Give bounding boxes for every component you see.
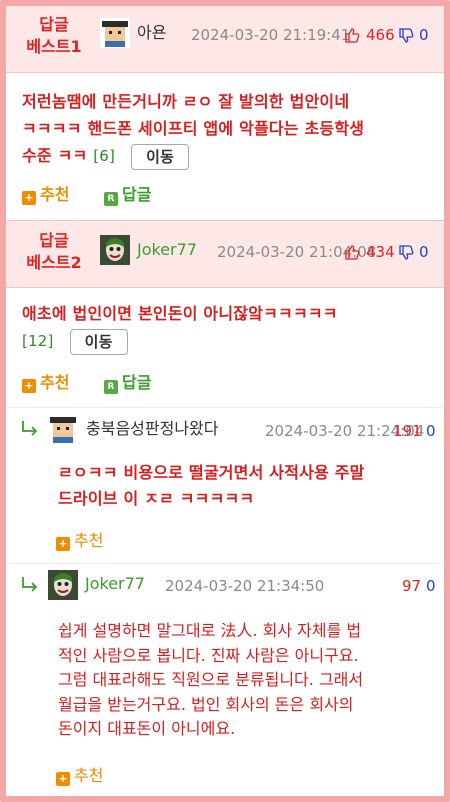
avatar-pixel-icon[interactable] [100,18,130,48]
reply-label: 답글 [122,373,152,392]
comment-text-line: ㅋㅋㅋㅋ 핸드폰 세이프티 앱에 악플다는 초등학생 [22,119,365,138]
recommend-button[interactable]: + 추천 [56,765,103,787]
move-button[interactable]: 이동 [131,143,190,170]
dislike-count: 0 [426,577,436,595]
like-count: 191 [393,422,422,440]
best-badge-2-line1: 답글 [39,231,69,250]
author-name[interactable]: 충북음성판정나왔다 [86,419,218,439]
like-count: 434 [366,243,395,261]
comment-text-line: 애초에 법인이면 본인돈이 아니잖앜ㅋㅋㅋㅋㅋ [22,304,338,323]
reply-label: 답글 [122,185,152,204]
recommend-button[interactable]: + 추천 [22,184,69,206]
recommend-label: 추천 [74,766,104,785]
thumbs-down-icon[interactable] [398,28,414,44]
plus-icon: + [56,537,70,551]
reply-count: [6] [93,147,116,165]
reply-text-line: 적인 사람으로 봅니다. 진짜 사람은 아니구요. [58,645,359,665]
best-badge-2: 답글 베스트2 [22,230,86,274]
reply-text: ㄹㅇㅋㅋ 비용으로 떨굴거면서 사적사용 주말 드라이브 이 ㅈㄹ ㅋㅋㅋㅋㅋ [58,460,438,512]
comment-text-line: 저런놈땜에 만든거니까 ㄹㅇ 잘 발의한 법안이네 [22,92,350,111]
comment-date: 2024-03-20 21:34:50 [165,577,325,595]
reply-arrow-icon [22,577,38,592]
comment-text-line-end: 수준 ㅋㅋ [22,146,88,165]
best-badge-2-line2: 베스트2 [26,253,82,272]
plus-icon: + [56,772,70,786]
recommend-button[interactable]: + 추천 [22,372,69,394]
comment-text: 애초에 법인이면 본인돈이 아니잖앜ㅋㅋㅋㅋㅋ [12] 이동 [22,300,442,355]
avatar-joker-icon[interactable] [100,235,130,265]
like-count: 466 [366,26,395,44]
reply-text-line: 돈이지 대표돈이 아니에요. [58,719,236,738]
reply-arrow-icon [22,421,38,436]
divider [6,563,444,564]
comment-text-line: 수준 ㅋㅋ [6] 이동 [22,142,442,170]
reply-text: 쉽게 설명하면 말그대로 法人. 회사 자체를 법 적인 사람으로 봅니다. 진… [58,619,444,742]
recommend-button[interactable]: + 추천 [56,530,103,552]
avatar-pixel-icon[interactable] [48,414,78,444]
thumbs-down-icon[interactable] [398,245,414,261]
reply-text-line: 월급을 받는거구요. 법인 회사의 돈은 회사의 [58,694,354,714]
reply-text-line: 쉽게 설명하면 말그대로 法人. 회사 자체를 법 [58,621,362,640]
reply-button[interactable]: R 답글 [104,372,151,394]
dislike-count: 0 [419,26,429,44]
author-name[interactable]: Joker77 [85,574,145,594]
divider [6,407,444,408]
author-name[interactable]: Joker77 [137,240,197,260]
reply-button[interactable]: R 답글 [104,184,151,206]
recommend-label: 추천 [40,185,70,204]
reply-text-line: 드라이브 이 ㅈㄹ ㅋㅋㅋㅋㅋ [58,489,255,508]
recommend-label: 추천 [40,373,70,392]
best-badge-1: 답글 베스트1 [22,14,86,58]
avatar-joker-icon[interactable] [48,570,78,600]
reply-r-icon: R [104,380,118,394]
thumbs-up-icon[interactable] [344,27,360,43]
reply-text-line: ㄹㅇㅋㅋ 비용으로 떨굴거면서 사적사용 주말 [58,463,365,482]
reply-count: [12] [22,332,54,350]
move-button[interactable]: 이동 [69,328,128,355]
plus-icon: + [22,379,36,393]
comment-text-line: [12] 이동 [22,327,442,355]
recommend-label: 추천 [74,531,104,550]
comment-date: 2024-03-20 21:19:41 [191,26,351,44]
plus-icon: + [22,191,36,205]
thumbs-up-icon[interactable] [344,244,360,260]
comment-text: 저런놈땜에 만든거니까 ㄹㅇ 잘 발의한 법안이네 ㅋㅋㅋㅋ 핸드폰 세이프티 … [22,88,442,170]
dislike-count: 0 [419,243,429,261]
best-badge-1-line2: 베스트1 [26,37,82,56]
dislike-count: 0 [426,422,436,440]
reply-r-icon: R [104,192,118,206]
author-name[interactable]: 아욘 [137,23,166,43]
like-count: 97 [402,577,422,595]
best-badge-1-line1: 답글 [39,15,69,34]
reply-text-line: 그럼 대표라해도 직원으로 분류됩니다. 그래서 [58,670,364,689]
